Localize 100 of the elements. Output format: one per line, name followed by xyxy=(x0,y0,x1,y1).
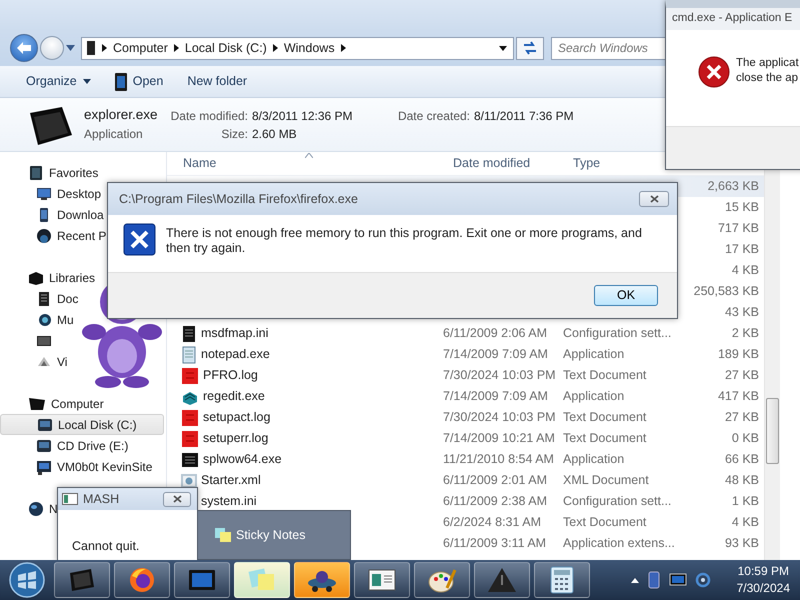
breadcrumb-link[interactable]: Local Disk (C:) xyxy=(184,38,267,58)
field-value: 8/11/2011 7:36 PM xyxy=(474,108,575,124)
monitor-icon xyxy=(28,396,46,412)
scrollbar-thumb[interactable] xyxy=(766,398,779,464)
monitor-icon[interactable] xyxy=(668,573,687,587)
file-name: Starter.xml xyxy=(201,472,261,490)
close-button[interactable] xyxy=(639,191,669,207)
file-name: setupact.log xyxy=(203,409,270,426)
monitor-icon xyxy=(187,568,217,592)
file-row[interactable]: splwow64.exe 11/21/2010 8:54 AM Application 66 KB xyxy=(167,449,764,470)
file-name: explorer.exe xyxy=(84,106,159,124)
file-row[interactable]: setuperr.log 7/14/2009 10:21 AM Text Document 0 KB xyxy=(167,428,764,449)
toolbar-button[interactable]: Open xyxy=(106,69,172,94)
file-row[interactable]: PFRO.log 7/30/2024 10:03 PM Text Document 27 KB xyxy=(167,365,764,386)
log-file-icon xyxy=(181,430,199,448)
monitor-icon xyxy=(36,186,52,202)
file-name: system.ini xyxy=(201,493,257,510)
date-cell-text: 7/14/2009 10:21 AM xyxy=(442,430,556,448)
file-row[interactable]: regedit.exe 7/14/2009 7:09 AM Application 417 KB xyxy=(167,386,764,407)
close-button[interactable] xyxy=(163,492,191,506)
size-cell-text: 43 KB xyxy=(724,304,759,322)
refresh-button[interactable] xyxy=(516,36,544,60)
refresh-icon[interactable] xyxy=(694,572,711,588)
taskbar-button[interactable] xyxy=(294,562,350,598)
sidebar-item[interactable]: Mu xyxy=(0,309,78,330)
date-cell-text: 11/21/2010 8:54 AM xyxy=(442,451,555,468)
file-row[interactable]: notepad.exe 7/14/2009 7:09 AM Application 189 KB xyxy=(167,344,764,365)
chevron-icon[interactable] xyxy=(340,44,346,52)
tray-arrow-icon[interactable] xyxy=(630,578,639,582)
toolbar-button[interactable]: New folder xyxy=(179,69,256,94)
dropdown-caret-icon[interactable] xyxy=(499,46,507,50)
file-name: splwow64.exe xyxy=(203,451,282,468)
ok-button[interactable]: OK xyxy=(594,285,658,306)
chevron-icon[interactable] xyxy=(174,44,179,52)
type-cell-text: Application xyxy=(562,346,626,364)
taskbar-button[interactable] xyxy=(114,562,170,598)
field-value: 8/3/2011 12:36 PM xyxy=(252,108,354,124)
globe-icon xyxy=(36,228,52,244)
browser-icon xyxy=(128,566,156,594)
sidebar-item[interactable]: Local Disk (C:) xyxy=(0,414,164,435)
breadcrumb-link[interactable]: Computer xyxy=(113,38,168,58)
sticky-notes-icon xyxy=(214,527,232,543)
taskbar-button[interactable] xyxy=(174,562,230,598)
taskbar-button[interactable] xyxy=(54,562,110,598)
column-header[interactable]: Name xyxy=(167,154,437,173)
clock-date: 7/30/2024 xyxy=(736,580,790,597)
address-bar[interactable]: Computer Local Disk (C:) Windows xyxy=(81,36,514,60)
column-header[interactable]: Date modified xyxy=(437,154,557,173)
notepad-icon xyxy=(181,346,197,364)
window-icon xyxy=(62,493,78,505)
sidebar-item[interactable]: VM0b0t KevinSite xyxy=(0,456,156,477)
chevron-icon[interactable] xyxy=(272,44,278,52)
date-cell-text: 6/11/2009 3:11 AM xyxy=(442,535,548,552)
close-icon xyxy=(172,495,182,503)
date-cell-text: 7/30/2024 10:03 PM xyxy=(442,409,557,426)
settings-file-icon xyxy=(181,324,197,342)
date-cell-text: 6/11/2009 2:06 AM xyxy=(442,325,548,342)
file-row[interactable]: msdfmap.ini 6/11/2009 2:06 AM Configuration sett... 2 KB xyxy=(167,323,764,344)
chevron-icon[interactable] xyxy=(102,44,107,52)
date-cell-text: 7/14/2009 7:09 AM xyxy=(442,388,549,406)
taskbar-button[interactable] xyxy=(474,562,530,598)
window-icon xyxy=(367,568,397,592)
window-title: C:\Program Files\Mozilla Firefox\firefox.exe xyxy=(119,190,358,208)
taskbar-button[interactable] xyxy=(534,562,590,598)
taskbar-button[interactable] xyxy=(414,562,470,598)
sidebar-item[interactable]: Libraries xyxy=(0,267,100,288)
size-cell-text: 1 KB xyxy=(730,493,759,510)
window-title: MASH xyxy=(83,490,120,508)
sidebar-item[interactable]: Downloa xyxy=(0,204,108,225)
size-cell-text: 189 KB xyxy=(716,346,759,364)
sidebar-item[interactable]: N xyxy=(0,498,62,519)
breadcrumb-link[interactable]: Windows xyxy=(284,38,335,58)
drive-icon xyxy=(37,416,53,432)
toolbar-button[interactable]: Organize xyxy=(18,69,99,94)
warning-icon xyxy=(487,566,517,594)
log-file-icon xyxy=(181,366,199,384)
sidebar-item[interactable]: Desktop xyxy=(0,183,106,204)
sidebar-item[interactable]: Doc xyxy=(0,288,82,309)
caret-icon xyxy=(82,79,91,84)
tray-app-icon[interactable] xyxy=(646,571,661,589)
size-cell-text: 417 KB xyxy=(716,388,759,406)
column-header[interactable]: Type xyxy=(557,154,667,173)
size-cell-text: 48 KB xyxy=(724,472,759,490)
sidebar-item[interactable]: Vi xyxy=(0,351,72,372)
dialog-message: Cannot quit. xyxy=(71,538,140,555)
size-cell-text: 27 KB xyxy=(724,367,759,384)
sidebar-item[interactable]: Recent P xyxy=(0,225,110,246)
field-value: 2.60 MB xyxy=(252,126,298,142)
forward-button[interactable] xyxy=(40,36,64,60)
computer-icon xyxy=(86,40,96,56)
sidebar-item[interactable]: Computer xyxy=(0,393,108,414)
size-cell-text: 2,663 KB xyxy=(706,178,759,196)
sidebar-item[interactable]: CD Drive (E:) xyxy=(0,435,132,456)
sidebar-item[interactable]: Favorites xyxy=(0,162,102,183)
back-button[interactable] xyxy=(10,34,38,62)
taskbar-preview[interactable]: Sticky Notes xyxy=(197,510,351,560)
error-message-line: close the ap xyxy=(736,71,799,86)
file-row[interactable]: Starter.xml 6/11/2009 2:01 AM XML Document 48 KB xyxy=(167,470,764,491)
file-row[interactable]: setupact.log 7/30/2024 10:03 PM Text Document 27 KB xyxy=(167,407,764,428)
taskbar-button[interactable] xyxy=(354,562,410,598)
